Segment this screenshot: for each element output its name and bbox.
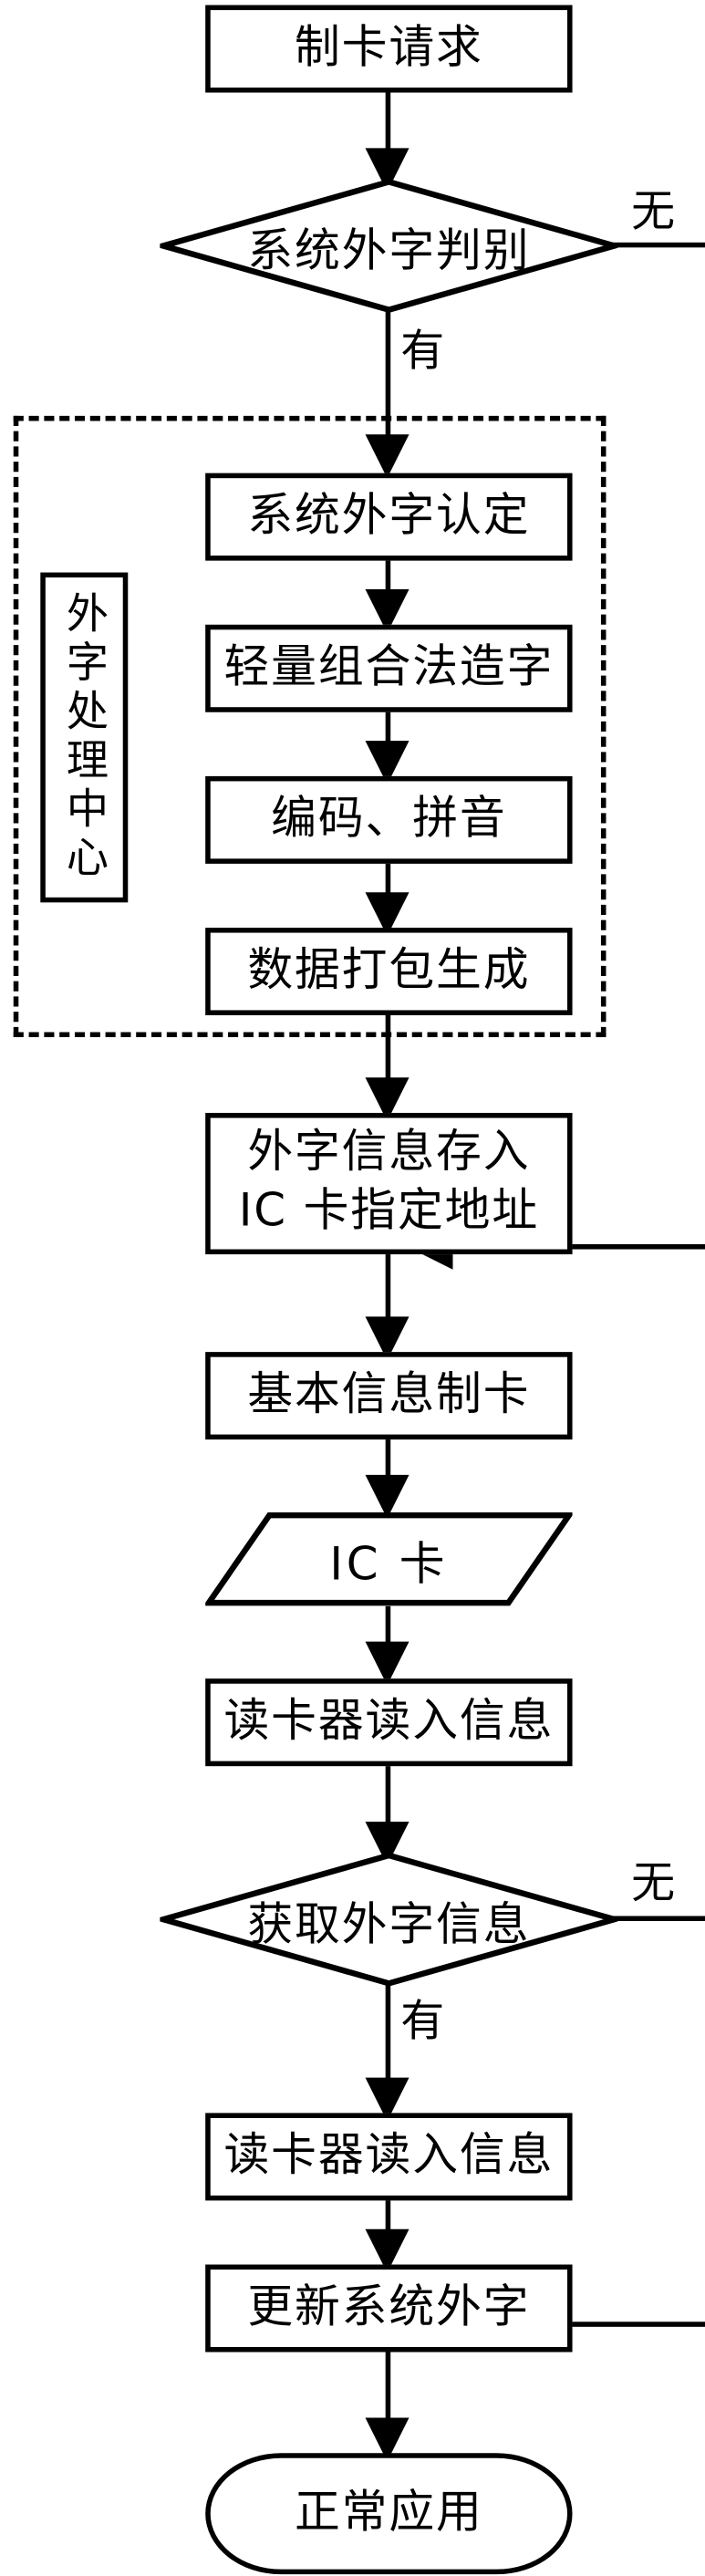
edge-update-to-end (385, 2352, 391, 2426)
node-step4-label: 数据打包生成 (247, 943, 531, 997)
node-update-system-chars: 更新系统外字 (205, 2264, 573, 2353)
node-reader2: 读卡器读入信息 (205, 2113, 573, 2201)
group-label-text: 外字处理中心 (60, 590, 109, 885)
edge-label-decision2-yes: 有 (400, 1997, 445, 2048)
node-store-external-info: 外字信息存入 IC 卡指定地址 (205, 1113, 573, 1255)
node-reader1: 读卡器读入信息 (205, 1678, 573, 1767)
node-basic-card: 基本信息制卡 (205, 1352, 573, 1440)
edge-store-to-basiccard (385, 1254, 391, 1325)
node-start-label: 制卡请求 (295, 21, 483, 74)
edge-step4-to-store (385, 1014, 391, 1086)
node-step2-label: 轻量组合法造字 (223, 640, 555, 693)
edge-decision2-no-horizontal (611, 1916, 705, 1922)
node-step3-label: 编码、拼音 (271, 792, 507, 846)
flowchart-canvas: 制卡请求 系统外字判别 无 有 外字处理中心 系统外字认定 轻量组合法造字 编码… (0, 0, 705, 2576)
node-decision2-label: 获取外字信息 (247, 1898, 531, 1951)
node-step2: 轻量组合法造字 (205, 624, 573, 712)
node-ic-card-label: IC 卡 (329, 1538, 449, 1591)
edge-label-decision1-no: 无 (631, 186, 676, 238)
node-step3: 编码、拼音 (205, 775, 573, 864)
node-reader1-label: 读卡器读入信息 (223, 1695, 555, 1748)
node-store-line1: 外字信息存入 (247, 1127, 531, 1179)
group-label-external-char-center: 外字处理中心 (40, 572, 129, 903)
node-step1-label: 系统外字认定 (247, 489, 531, 542)
node-update-label: 更新系统外字 (247, 2280, 531, 2333)
node-decision1: 系统外字判别 (160, 178, 618, 314)
node-end: 正常应用 (205, 2453, 573, 2575)
node-store-line2: IC 卡指定地址 (238, 1185, 540, 1238)
node-start: 制卡请求 (205, 5, 573, 93)
edge-decision1-no-horizontal (611, 242, 705, 248)
node-decision2: 获取外字信息 (160, 1852, 618, 1987)
node-basic-card-label: 基本信息制卡 (247, 1368, 531, 1421)
edge-start-to-decision1 (385, 92, 391, 157)
edge-reader1-to-decision2 (385, 1766, 391, 1831)
edge-decision2-yes (385, 1983, 391, 2088)
node-step4: 数据打包生成 (205, 928, 573, 1015)
node-reader2-label: 读卡器读入信息 (223, 2129, 555, 2182)
edge-label-decision1-yes: 有 (400, 327, 445, 378)
node-decision1-label: 系统外字判别 (247, 224, 531, 277)
node-ic-card: IC 卡 (205, 1511, 573, 1606)
edge-label-decision2-no: 无 (631, 1858, 676, 1910)
node-step1: 系统外字认定 (205, 473, 573, 561)
node-end-label: 正常应用 (295, 2486, 483, 2539)
